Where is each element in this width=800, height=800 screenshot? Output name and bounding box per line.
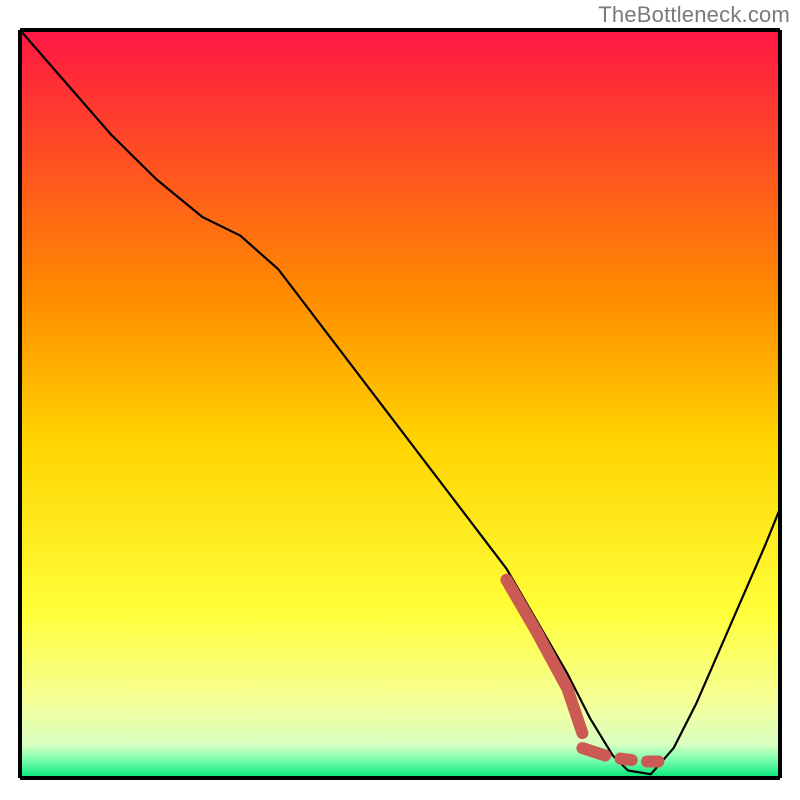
watermark-text: TheBottleneck.com [598, 2, 790, 28]
optimal-zone-marker [620, 759, 631, 760]
plot-background [20, 30, 780, 778]
optimal-zone-marker [582, 748, 605, 755]
bottleneck-chart [0, 0, 800, 800]
chart-frame: TheBottleneck.com [0, 0, 800, 800]
